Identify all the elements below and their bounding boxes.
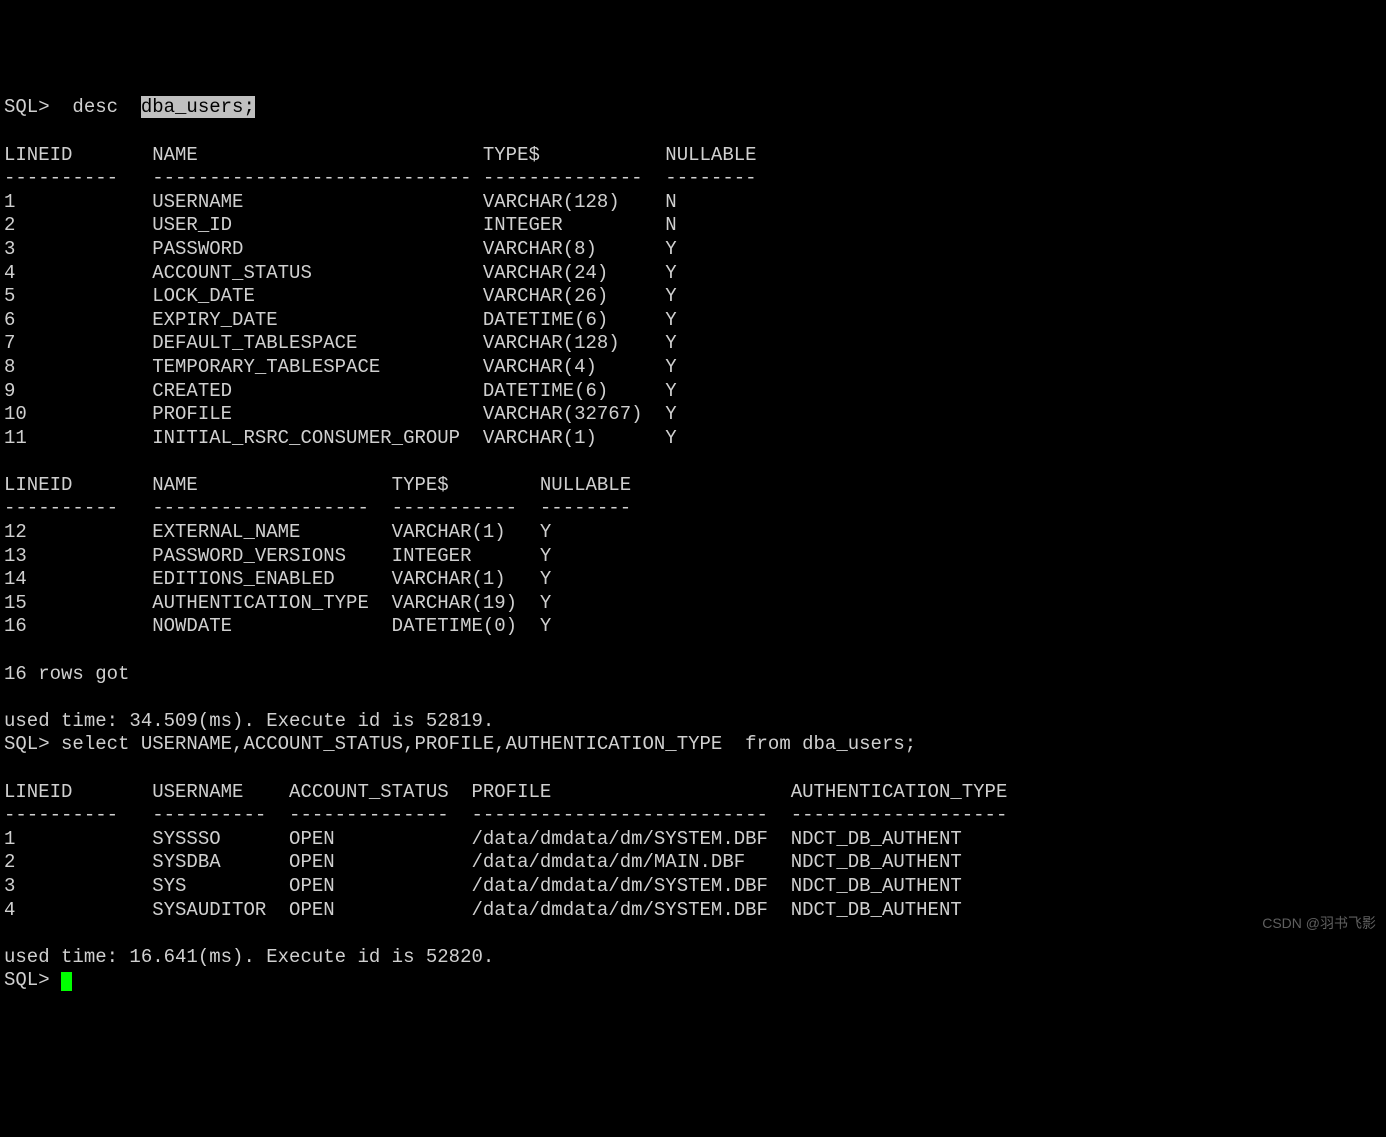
watermark: CSDN @羽书飞影 bbox=[1262, 912, 1376, 936]
desc-output-block2: LINEID NAME TYPE$ NULLABLE ---------- --… bbox=[4, 474, 631, 638]
sql-prompt: SQL> desc bbox=[4, 96, 141, 118]
exec-time-2: used time: 16.641(ms). Execute id is 528… bbox=[4, 946, 494, 968]
rows-count: 16 rows got bbox=[4, 663, 129, 685]
sql-prompt-3: SQL> bbox=[4, 969, 61, 991]
desc-output-block1: LINEID NAME TYPE$ NULLABLE ---------- --… bbox=[4, 144, 757, 449]
cursor-icon[interactable] bbox=[61, 972, 72, 991]
select-output-block: LINEID USERNAME ACCOUNT_STATUS PROFILE A… bbox=[4, 781, 1007, 921]
terminal-output[interactable]: SQL> desc dba_users; LINEID NAME TYPE$ N… bbox=[4, 96, 1382, 993]
command-text: dba_users; bbox=[141, 96, 255, 118]
sql-prompt-2: SQL> select USERNAME,ACCOUNT_STATUS,PROF… bbox=[4, 733, 916, 755]
exec-time-1: used time: 34.509(ms). Execute id is 528… bbox=[4, 710, 494, 732]
